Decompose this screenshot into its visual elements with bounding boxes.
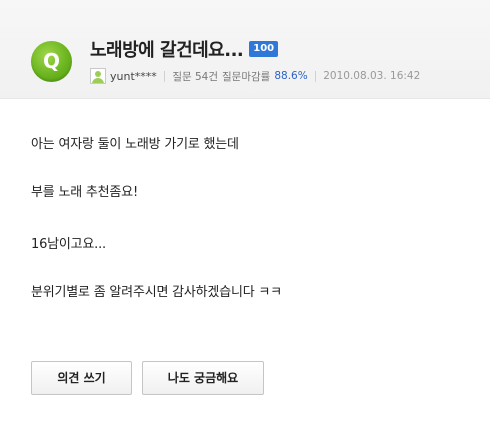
closing-rate-value: 88.6%	[274, 70, 308, 82]
question-count: 질문 54건	[172, 70, 219, 83]
question-title-row: 노래방에 갈건데요... 100	[90, 36, 279, 62]
me-too-curious-button[interactable]: 나도 궁금해요	[142, 361, 264, 395]
meta-divider: |	[162, 70, 167, 82]
body-line: 부를 노래 추천좀요!	[31, 185, 138, 200]
body-line: 아는 여자랑 둘이 노래방 가기로 했는데	[31, 137, 239, 152]
user-avatar-icon[interactable]	[90, 68, 106, 84]
question-badge-icon: Q	[31, 41, 72, 82]
write-answer-button[interactable]: 의견 쓰기	[31, 361, 132, 395]
body-line: 분위기별로 좀 알려주시면 감사하겠습니다 ㅋㅋ	[31, 285, 282, 300]
closing-rate-label: 질문마감률	[222, 70, 271, 83]
points-badge: 100	[249, 41, 279, 57]
author-username[interactable]: yunt****	[110, 70, 157, 83]
question-meta: yunt**** | 질문 54건 질문마감률 88.6% | 2010.08.…	[90, 67, 420, 85]
question-title[interactable]: 노래방에 갈건데요...	[90, 36, 244, 62]
body-line: 16남이고요...	[31, 237, 106, 252]
meta-divider: |	[313, 70, 318, 82]
post-date: 2010.08.03. 16:42	[323, 70, 421, 82]
